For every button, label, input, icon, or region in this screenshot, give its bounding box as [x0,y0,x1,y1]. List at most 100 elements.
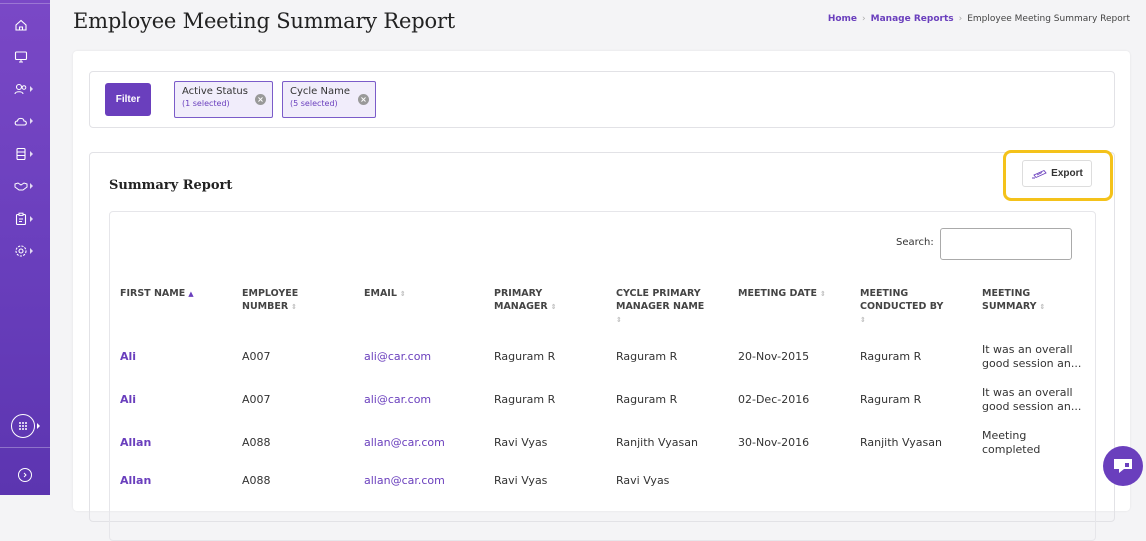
handshake-icon [14,182,28,191]
filter-chip-cycle-name[interactable]: Cycle Name (5 selected) × [282,81,376,118]
caret-right-icon [30,183,33,189]
chat-button[interactable] [1103,446,1143,486]
sidebar-item-handshake[interactable] [14,177,38,195]
cell-email[interactable]: allan@car.com [364,474,445,488]
column-header-label: MEETING DATE [738,288,817,299]
cell-conducted-by: Raguram R [860,393,922,406]
column-header-label: PRIMARY [494,288,543,299]
cell-primary-manager: Raguram R [494,350,556,363]
column-header-meeting-date[interactable]: MEETING DATE ⇕ [738,287,826,301]
breadcrumb-current: Employee Meeting Summary Report [967,14,1130,24]
column-header-meeting-summary[interactable]: MEETING SUMMARY ⇕ [982,287,1045,314]
column-header-label: MEETING [860,288,909,299]
cloud-icon [14,117,27,126]
column-header-first-name[interactable]: FIRST NAME ▲ [120,287,194,301]
cell-cycle-primary-manager: Raguram R [616,350,678,363]
breadcrumb-home[interactable]: Home [828,14,857,24]
sidebar-top-divider [0,0,50,4]
export-icon [1032,169,1047,178]
chip-subtitle: (1 selected) [182,99,230,108]
sidebar-item-users[interactable] [14,80,38,98]
summary-line: It was an overall [982,386,1073,399]
cell-primary-manager: Raguram R [494,393,556,406]
export-button[interactable]: Export [1022,160,1092,187]
chevron-right-icon: › [862,14,866,24]
cell-first-name[interactable]: Allan [120,474,151,488]
page-title: Employee Meeting Summary Report [73,9,456,33]
apps-grid-icon [19,422,27,430]
cell-email[interactable]: ali@car.com [364,393,431,407]
sidebar-item-database[interactable] [14,145,38,163]
sidebar-item-home[interactable] [14,16,38,34]
home-icon [15,19,27,31]
sort-icon: ⇕ [616,316,622,324]
settings-icon [15,245,27,257]
search-label: Search: [896,237,934,248]
cell-cycle-primary-manager: Raguram R [616,393,678,406]
filter-button[interactable]: Filter [105,83,151,116]
column-header-employee-number[interactable]: EMPLOYEE NUMBER ⇕ [242,287,298,314]
column-header-label: EMPLOYEE [242,288,299,299]
column-header-primary-manager[interactable]: PRIMARY MANAGER ⇕ [494,287,557,314]
cell-first-name[interactable]: Ali [120,350,136,364]
column-header-email[interactable]: EMAIL ⇕ [364,287,406,301]
cell-first-name[interactable]: Ali [120,393,136,407]
column-header-label: CYCLE PRIMARY [616,288,701,299]
sidebar-item-settings[interactable] [14,242,38,260]
summary-line: Meeting [982,429,1027,442]
chat-icon [1114,459,1132,473]
sidebar-bottom-divider [0,447,50,448]
column-header-label: EMAIL [364,288,397,299]
cell-cycle-primary-manager: Ranjith Vyasan [616,436,698,449]
chip-title: Active Status [182,86,248,97]
column-header-label: MANAGER NAME [616,301,705,312]
main-card: Filter Active Status (1 selected) × Cycl… [73,51,1130,541]
filter-bar: Filter Active Status (1 selected) × Cycl… [89,71,1115,128]
report-table: Search: FIRST NAME ▲ EMPLOYEE NUMBER ⇕ EMA… [109,211,1096,541]
cell-summary: Meeting completed [982,429,1040,457]
summary-line: It was an overall [982,343,1073,356]
breadcrumb-manage-reports[interactable]: Manage Reports [871,14,954,24]
sort-icon: ⇕ [860,316,866,324]
column-header-meeting-conducted-by[interactable]: MEETING CONDUCTED BY ⇕ [860,287,943,327]
cell-email[interactable]: allan@car.com [364,436,445,450]
summary-line: good session an... [982,400,1082,413]
column-header-cycle-primary-manager[interactable]: CYCLE PRIMARY MANAGER NAME ⇕ [616,287,704,327]
close-icon[interactable]: × [358,94,369,105]
filter-chip-active-status[interactable]: Active Status (1 selected) × [174,81,273,118]
column-header-label: CONDUCTED BY [860,301,944,312]
section-title: Summary Report [109,178,233,193]
cell-first-name[interactable]: Allan [120,436,151,450]
caret-right-icon [30,86,33,92]
cell-summary: It was an overall good session an... [982,343,1081,371]
caret-right-icon [30,216,33,222]
breadcrumb: Home › Manage Reports › Employee Meeting… [828,14,1130,24]
cell-primary-manager: Ravi Vyas [494,436,548,449]
sidebar-item-cloud[interactable] [14,112,38,130]
export-label: Export [1051,168,1083,179]
cell-employee-number: A007 [242,393,271,406]
sort-asc-icon: ▲ [188,290,194,298]
clipboard-icon [15,212,27,226]
caret-right-icon [30,151,33,157]
sidebar-item-clipboard[interactable] [14,210,38,228]
caret-right-icon [37,423,40,429]
sidebar-expand-button[interactable] [18,468,32,482]
search-input[interactable] [940,228,1072,260]
cell-summary: It was an overall good session an... [982,386,1081,414]
apps-grid-button[interactable] [11,414,35,438]
column-header-label: NUMBER [242,301,289,312]
desktop-icon [14,51,28,63]
database-icon [16,147,26,161]
users-icon [14,83,27,95]
sort-icon: ⇕ [550,303,557,311]
cell-primary-manager: Ravi Vyas [494,474,548,487]
sidebar-item-desktop[interactable] [14,48,38,66]
sort-icon: ⇕ [291,303,298,311]
close-icon[interactable]: × [255,94,266,105]
cell-employee-number: A088 [242,474,271,487]
column-header-label: FIRST NAME [120,288,186,299]
cell-email[interactable]: ali@car.com [364,350,431,364]
cell-meeting-date: 30-Nov-2016 [738,436,810,449]
chevron-right-icon: › [958,14,963,24]
